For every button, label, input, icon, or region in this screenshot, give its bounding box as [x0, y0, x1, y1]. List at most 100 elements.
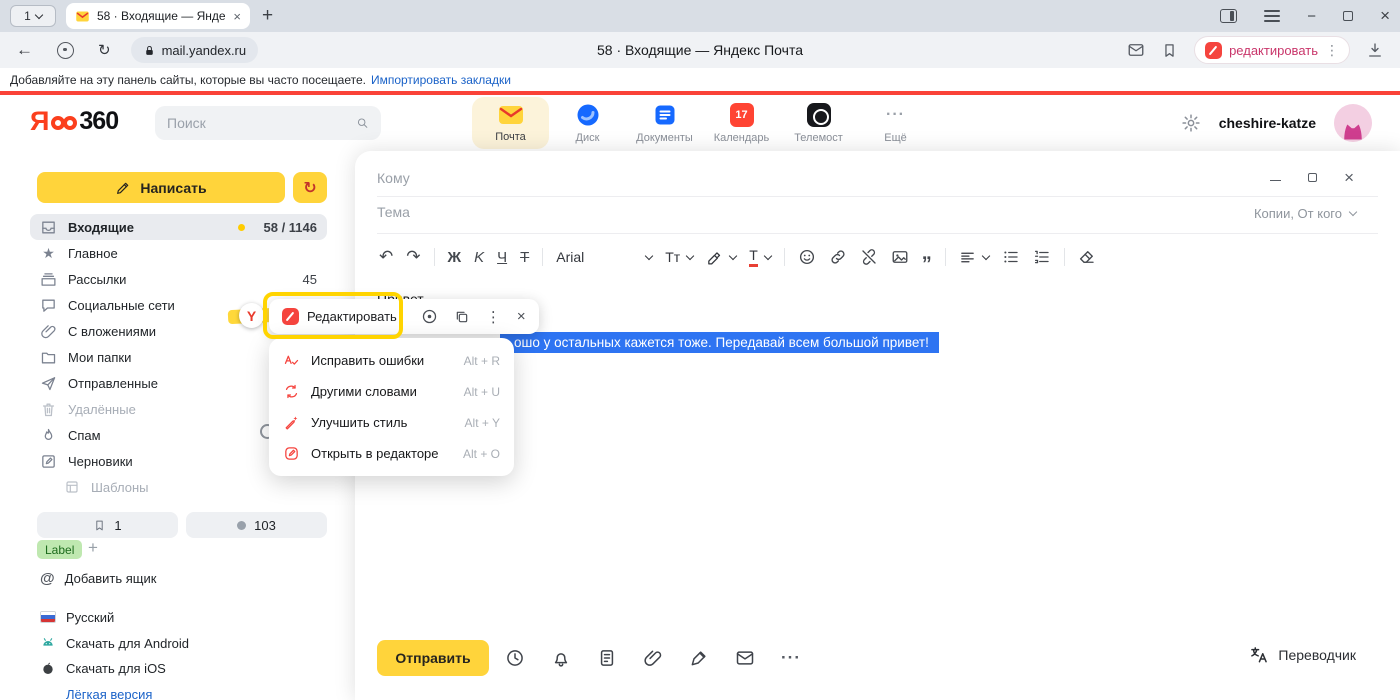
numbered-list-button[interactable]: [1033, 248, 1051, 266]
tab-counter[interactable]: 1: [10, 5, 56, 27]
service-label: Ещё: [884, 132, 907, 144]
avatar[interactable]: [1334, 104, 1372, 142]
edit-with-assistant-button[interactable]: Редактировать: [274, 303, 405, 330]
download-ios-link[interactable]: Скачать для iOS: [40, 658, 166, 678]
side-panel-icon[interactable]: [1220, 9, 1237, 23]
service-telemost[interactable]: Телемост: [780, 97, 857, 149]
gear-icon[interactable]: [1181, 113, 1201, 133]
window-close-button[interactable]: ×: [1380, 6, 1390, 26]
service-more[interactable]: ··· Ещё: [857, 97, 934, 149]
import-bookmarks-link[interactable]: Импортировать закладки: [371, 73, 511, 87]
close-icon[interactable]: ×: [517, 308, 526, 325]
eraser-button[interactable]: [1078, 248, 1096, 266]
sidebar-item-templates[interactable]: Шаблоны: [30, 474, 327, 500]
address-bar[interactable]: mail.yandex.ru: [131, 37, 259, 63]
unread-filter-pill[interactable]: 103: [186, 512, 327, 538]
menu-item-label: Другими словами: [311, 384, 417, 399]
refresh-icon[interactable]: ↻: [98, 41, 111, 59]
redo-button[interactable]: ↷: [406, 247, 420, 267]
compose-close-button[interactable]: ×: [1344, 169, 1354, 186]
tab-close-icon[interactable]: ×: [233, 9, 241, 24]
image-button[interactable]: [891, 248, 909, 266]
menu-item-open-editor[interactable]: Открыть в редакторе Alt + O: [269, 438, 514, 469]
menu-item-improve-style[interactable]: Улучшить стиль Alt + Y: [269, 407, 514, 438]
bookmark-icon[interactable]: [1161, 42, 1178, 59]
search-input[interactable]: [167, 115, 348, 131]
font-family-select[interactable]: Arial: [556, 249, 652, 265]
folder-label: Спам: [68, 428, 101, 443]
compose-button-label: Написать: [140, 180, 206, 196]
back-icon[interactable]: ←: [16, 40, 33, 60]
username[interactable]: cheshire-katze: [1219, 115, 1316, 131]
download-android-link[interactable]: Скачать для Android: [40, 633, 189, 653]
compose-expand-button[interactable]: [1308, 173, 1317, 182]
kebab-menu-icon[interactable]: ⋮: [1325, 42, 1339, 59]
browser-menu-icon[interactable]: [1264, 10, 1280, 22]
mail-notify-icon[interactable]: [1127, 41, 1145, 59]
search-box[interactable]: [155, 106, 381, 140]
light-version-link[interactable]: Лёгкая версия: [66, 684, 152, 700]
link-button[interactable]: [829, 248, 847, 266]
align-select[interactable]: [959, 249, 989, 266]
add-label-button[interactable]: +: [88, 538, 98, 558]
sidebar-item-priority[interactable]: ★ Главное: [30, 240, 327, 266]
emoji-button[interactable]: [798, 248, 816, 266]
bullet-list-button[interactable]: [1002, 248, 1020, 266]
assistant-icon[interactable]: [421, 308, 438, 325]
folder-label: Главное: [68, 246, 118, 261]
to-field[interactable]: Кому: [377, 170, 1400, 186]
copy-icon[interactable]: [454, 309, 470, 325]
service-disk[interactable]: Диск: [549, 97, 626, 149]
folder-count: 45: [303, 272, 317, 287]
new-tab-button[interactable]: +: [262, 5, 273, 27]
window-maximize-button[interactable]: [1343, 11, 1353, 21]
pen-icon[interactable]: [689, 648, 709, 668]
attach-mail-icon[interactable]: [735, 648, 755, 668]
text-color-select[interactable]: T: [749, 247, 771, 267]
send-button[interactable]: Отправить: [377, 640, 489, 676]
schedule-clock-icon[interactable]: [505, 648, 525, 668]
highlight-color-select[interactable]: [706, 249, 736, 266]
more-options-button[interactable]: ···: [781, 648, 801, 668]
service-calendar[interactable]: 17 Календарь: [703, 97, 780, 149]
compose-minimize-button[interactable]: [1270, 180, 1281, 181]
add-mailbox-button[interactable]: @ Добавить ящик: [40, 568, 156, 588]
attach-file-icon[interactable]: [643, 648, 663, 668]
inbox-icon: [40, 219, 57, 236]
notes-icon[interactable]: [597, 648, 617, 668]
bold-button[interactable]: Ж: [448, 249, 462, 266]
editor-extension-chip[interactable]: редактировать ⋮: [1194, 36, 1350, 64]
service-mail[interactable]: Почта: [472, 97, 549, 149]
editor-assistant-badge[interactable]: Y: [239, 303, 264, 328]
translator-button[interactable]: Переводчик: [1249, 645, 1356, 665]
sidebar-item-inbox[interactable]: Входящие 58 / 1146: [30, 214, 327, 240]
menu-item-fix-errors[interactable]: Исправить ошибки Alt + R: [269, 345, 514, 376]
language-selector[interactable]: Русский: [40, 607, 114, 627]
font-size-select[interactable]: Тт: [665, 249, 693, 265]
menu-item-paraphrase[interactable]: Другими словами Alt + U: [269, 376, 514, 407]
cc-from-toggle[interactable]: Копии, От кого: [1254, 206, 1356, 221]
service-docs[interactable]: Документы: [626, 97, 703, 149]
protect-icon[interactable]: [57, 42, 74, 59]
sync-button[interactable]: ↻: [293, 172, 327, 203]
italic-button[interactable]: K: [474, 249, 484, 266]
paraphrase-icon: [283, 383, 300, 400]
reminder-bell-icon[interactable]: [551, 648, 571, 668]
translator-icon: [1249, 645, 1269, 665]
window-minimize-button[interactable]: −: [1307, 8, 1316, 25]
label-chip[interactable]: Label: [37, 540, 82, 559]
download-icon[interactable]: [1366, 41, 1384, 59]
sidebar-item-newsletters[interactable]: Рассылки 45: [30, 266, 327, 292]
compose-button[interactable]: Написать: [37, 172, 285, 203]
yandex-360-logo[interactable]: Я 360: [30, 108, 118, 135]
kebab-menu-icon[interactable]: ⋮: [486, 308, 501, 326]
saved-filter-pill[interactable]: 1: [37, 512, 178, 538]
service-label: Документы: [636, 132, 693, 144]
undo-button[interactable]: ↶: [379, 247, 393, 267]
underline-button[interactable]: Ч: [497, 249, 507, 266]
browser-tab[interactable]: 58 · Входящие — Яндек ×: [66, 3, 250, 29]
subject-field[interactable]: Тема: [377, 204, 1400, 220]
quote-button[interactable]: „: [922, 242, 932, 265]
strikethrough-button[interactable]: T: [520, 249, 529, 266]
unlink-button[interactable]: [860, 248, 878, 266]
